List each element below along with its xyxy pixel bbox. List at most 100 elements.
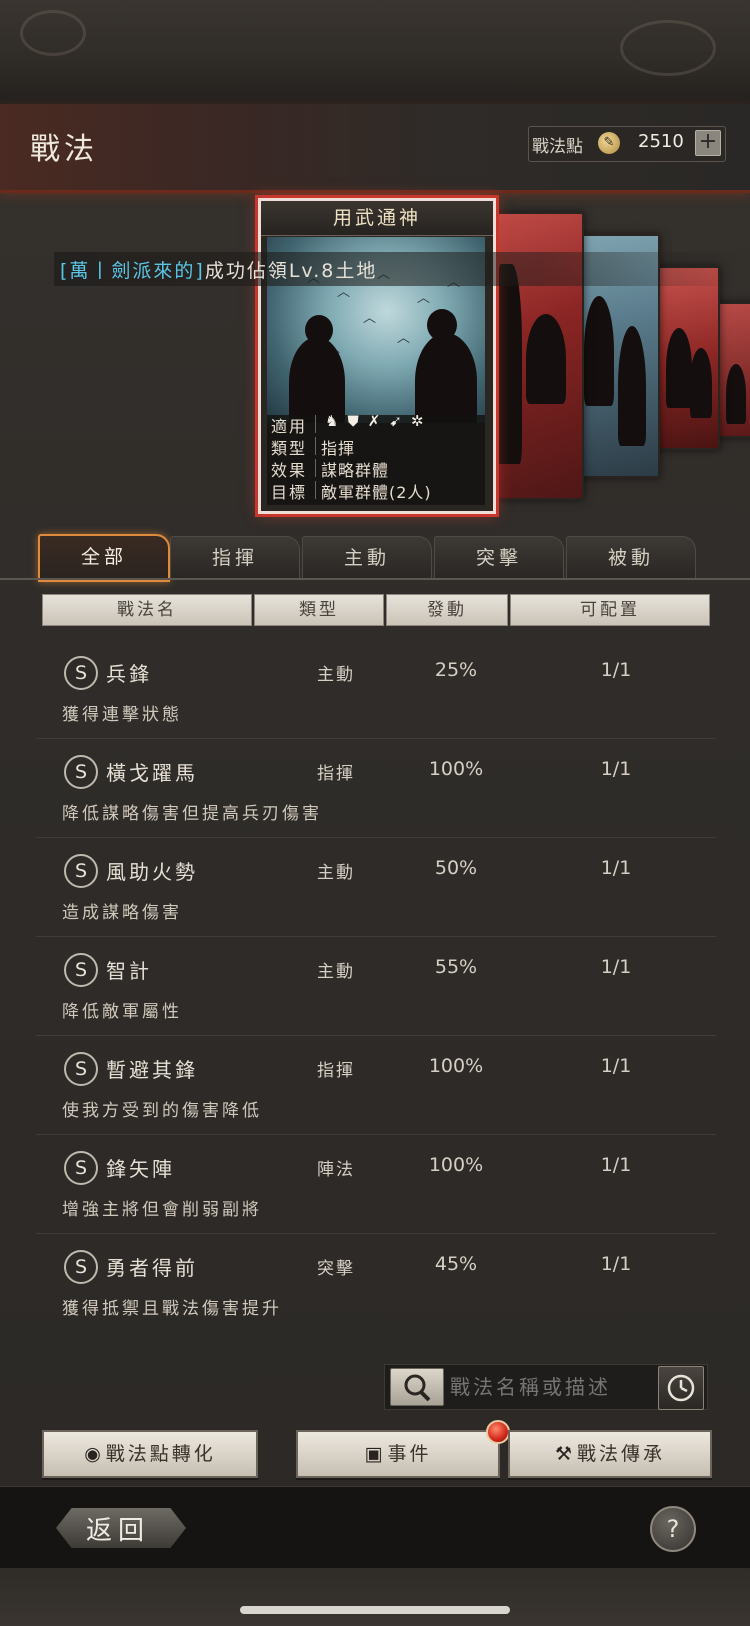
stat-value: 謀略群體 [321,461,390,480]
tactic-rate: 100% [428,1055,484,1077]
inherit-label: 戰法傳承 [577,1443,666,1465]
tabs-divider [0,578,750,580]
list-item[interactable]: S 暫避其鋒 指揮 100% 1/1 使我方受到的傷害降低 [36,1036,716,1135]
events-label: 事件 [387,1443,432,1465]
tactic-config: 1/1 [600,1253,632,1275]
stat-key: 目標 [271,483,308,502]
tactic-desc: 獲得抵禦且戰法傷害提升 [62,1299,282,1319]
tab-assault[interactable]: 突擊 [434,536,564,579]
card-stats: 適用 ♞⛊✗➹✲ 類型 指揮 效果 謀略群體 目標 敵軍群體(2人) [267,412,485,505]
bottom-background [0,1568,750,1626]
alert-book-icon: ▣ [364,1443,386,1465]
stat-row-applicable: 適用 ♞⛊✗➹✲ [267,412,485,436]
shield-icon: ⛊ [347,412,368,430]
tab-active[interactable]: 主動 [302,536,432,579]
tactic-card-preview[interactable] [654,266,720,450]
unit-type-icons: ♞⛊✗➹✲ [325,412,432,430]
notification-dot [486,1420,510,1444]
tactic-desc: 使我方受到的傷害降低 [62,1101,262,1121]
list-item[interactable]: S 橫戈躍馬 指揮 100% 1/1 降低謀略傷害但提高兵刃傷害 [36,739,716,838]
tactic-rate: 55% [434,956,478,978]
tactic-type: 主動 [317,962,355,982]
stat-row-target: 目標 敵軍群體(2人) [267,479,485,502]
tactic-type: 陣法 [317,1160,355,1180]
search-button[interactable] [390,1368,444,1406]
home-indicator[interactable] [240,1606,510,1614]
tactic-rate: 45% [434,1253,478,1275]
grade-badge: S [64,854,98,888]
tactic-config: 1/1 [600,1154,632,1176]
tactic-points-label: 戰法點 [532,137,583,157]
featured-card-title: 用武通神 [261,201,493,236]
grade-badge: S [64,755,98,789]
page-title: 戰法 [30,132,98,167]
search-input[interactable] [448,1368,656,1406]
featured-tactic-card[interactable]: 用武通神 ︿ ︿ ︿ ︿ ︿ ︿ ︿ ︿ 適用 ♞⛊✗➹✲ 類型 指揮 效果 謀… [255,195,499,517]
tactic-desc: 造成謀略傷害 [62,903,182,923]
tactic-name: 暫避其鋒 [106,1058,198,1082]
tactic-rate: 25% [434,659,478,681]
column-header-type[interactable]: 類型 [254,594,384,626]
grade-badge: S [64,1250,98,1284]
convert-label: 戰法點轉化 [105,1443,216,1465]
tactic-config: 1/1 [600,956,632,978]
history-button[interactable] [658,1366,704,1410]
notice-player-prefix: [ [60,260,70,282]
stat-row-effect: 效果 謀略群體 [267,457,485,480]
column-header-name[interactable]: 戰法名 [42,594,252,626]
convert-points-button[interactable]: ◉ 戰法點轉化 [42,1430,258,1478]
tactic-type: 主動 [317,863,355,883]
stat-key: 效果 [271,461,308,480]
inherit-tactic-button[interactable]: ⚒ 戰法傳承 [508,1430,712,1478]
grade-badge: S [64,1052,98,1086]
feather-coin-icon: ✎ [598,132,620,154]
tactic-rate: 50% [434,857,478,879]
tactic-name: 智計 [106,959,152,983]
tab-all[interactable]: 全部 [38,534,170,582]
list-item[interactable]: S 兵鋒 主動 25% 1/1 獲得連擊狀態 [36,640,716,739]
tactic-config: 1/1 [600,758,632,780]
tactic-config: 1/1 [600,1055,632,1077]
tactic-rate: 100% [428,1154,484,1176]
tactic-type: 指揮 [317,1061,355,1081]
search-icon [404,1374,431,1402]
tactic-name: 鋒矢陣 [106,1157,175,1181]
tactic-desc: 獲得連擊狀態 [62,705,182,725]
tactic-desc: 降低謀略傷害但提高兵刃傷害 [62,804,322,824]
stat-row-type: 類型 指揮 [267,435,485,458]
tactic-type: 主動 [317,665,355,685]
tactic-points-value: 2510 [638,131,684,152]
tactic-name: 兵鋒 [106,662,152,686]
tab-passive[interactable]: 被動 [566,536,696,579]
list-item[interactable]: S 智計 主動 55% 1/1 降低敵軍屬性 [36,937,716,1036]
tactic-card-preview[interactable] [716,302,750,438]
column-header-config[interactable]: 可配置 [510,594,710,626]
add-points-button[interactable]: + [695,130,721,156]
hammer-icon: ⚒ [554,1443,576,1465]
help-button[interactable]: ? [650,1506,696,1552]
tactic-desc: 增強主將但會削弱副將 [62,1200,262,1220]
tab-command[interactable]: 指揮 [170,536,300,579]
column-header-rate[interactable]: 發動 [386,594,508,626]
list-item[interactable]: S 鋒矢陣 陣法 100% 1/1 增強主將但會削弱副將 [36,1135,716,1234]
grade-badge: S [64,656,98,690]
notice-text: [萬丨劍派來的]成功佔領Lv.8土地 [60,256,377,283]
clock-icon [667,1374,695,1402]
cavalry-icon: ♞ [325,412,348,430]
stat-value: 指揮 [321,439,356,458]
grade-badge: S [64,953,98,987]
tactics-list[interactable]: S 兵鋒 主動 25% 1/1 獲得連擊狀態 S 橫戈躍馬 指揮 100% 1/… [36,640,716,1332]
tactic-name: 橫戈躍馬 [106,761,198,785]
notice-player-name[interactable]: 萬丨劍派來的] [69,260,204,282]
wheel-icon: ✲ [410,412,433,430]
stat-key: 類型 [271,439,308,458]
list-item[interactable]: S 風助火勢 主動 50% 1/1 造成謀略傷害 [36,838,716,937]
list-item[interactable]: S 勇者得前 突擊 45% 1/1 獲得抵禦且戰法傷害提升 [36,1234,716,1332]
events-button[interactable]: ▣ 事件 [296,1430,500,1478]
tactic-rate: 100% [428,758,484,780]
spear-icon: ➹ [389,412,411,430]
tactic-config: 1/1 [600,659,632,681]
bow-icon: ✗ [367,412,390,430]
back-label[interactable]: 返回 [86,1510,150,1547]
tactic-name: 勇者得前 [106,1256,198,1280]
